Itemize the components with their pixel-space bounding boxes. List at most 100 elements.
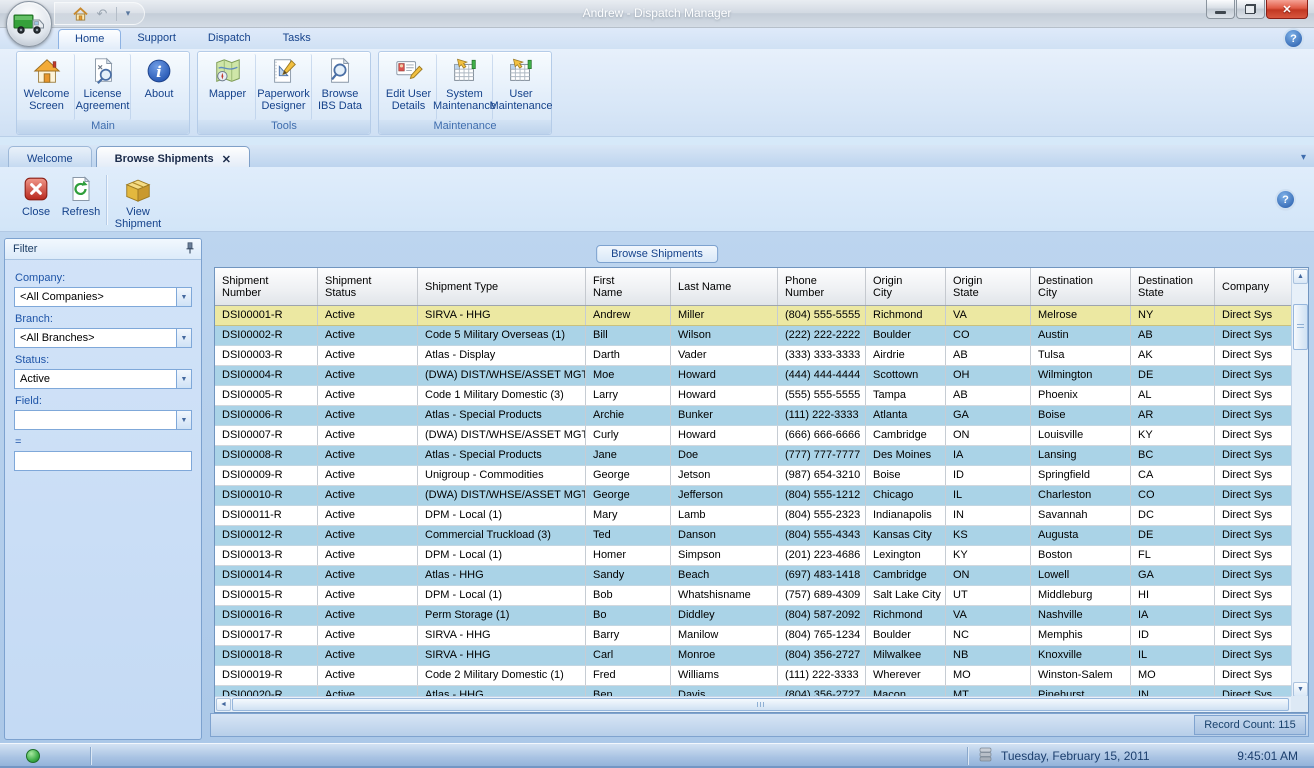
combo-arrow-icon[interactable]: ▼ bbox=[176, 411, 191, 429]
tab-welcome[interactable]: Welcome bbox=[8, 146, 92, 167]
column-header[interactable]: Destination State bbox=[1131, 268, 1215, 305]
ribbon-tab-dispatch[interactable]: Dispatch bbox=[192, 29, 267, 49]
grid-panel-tab[interactable]: Browse Shipments bbox=[596, 245, 718, 263]
table-row[interactable]: DSI00014-RActiveAtlas - HHGSandyBeach(69… bbox=[215, 566, 1293, 586]
help-icon[interactable]: ? bbox=[1285, 30, 1302, 47]
ribbon-tab-support[interactable]: Support bbox=[121, 29, 192, 49]
restore-button[interactable] bbox=[1236, 0, 1265, 19]
table-cell: Direct Sys bbox=[1215, 446, 1293, 465]
table-cell: Homer bbox=[586, 546, 671, 565]
table-row[interactable]: DSI00002-RActiveCode 5 Military Overseas… bbox=[215, 326, 1293, 346]
table-row[interactable]: DSI00005-RActiveCode 1 Military Domestic… bbox=[215, 386, 1293, 406]
column-header[interactable]: Origin State bbox=[946, 268, 1031, 305]
pin-icon[interactable] bbox=[185, 242, 195, 257]
combo-arrow-icon[interactable]: ▼ bbox=[176, 329, 191, 347]
help-icon[interactable]: ? bbox=[1277, 191, 1294, 208]
filter-value-input[interactable] bbox=[14, 451, 192, 471]
column-header[interactable]: Shipment Type bbox=[418, 268, 586, 305]
column-header[interactable]: Company bbox=[1215, 268, 1293, 305]
branch-label: Branch: bbox=[15, 313, 191, 325]
table-row[interactable]: DSI00015-RActiveDPM - Local (1)BobWhatsh… bbox=[215, 586, 1293, 606]
table-cell: (757) 689-4309 bbox=[778, 586, 866, 605]
table-row[interactable]: DSI00001-RActiveSIRVA - HHGAndrewMiller(… bbox=[215, 306, 1293, 326]
about-button[interactable]: i About bbox=[131, 54, 187, 120]
horizontal-scrollbar-thumb[interactable] bbox=[232, 698, 1289, 711]
ribbon-tab-home[interactable]: Home bbox=[58, 29, 121, 49]
vertical-scrollbar[interactable]: ▲ ▼ bbox=[1291, 268, 1308, 698]
table-cell: Active bbox=[318, 306, 418, 325]
table-cell: Commercial Truckload (3) bbox=[418, 526, 586, 545]
column-header[interactable]: Last Name bbox=[671, 268, 778, 305]
table-cell: NY bbox=[1131, 306, 1215, 325]
application-menu-button[interactable] bbox=[6, 1, 52, 47]
status-select[interactable]: Active ▼ bbox=[14, 369, 192, 389]
table-cell: Atlas - Special Products bbox=[418, 446, 586, 465]
refresh-button[interactable]: Refresh bbox=[58, 172, 104, 228]
ribbon-tab-tasks[interactable]: Tasks bbox=[267, 29, 327, 49]
ribbon-group-label-main: Main bbox=[17, 120, 189, 134]
vertical-scrollbar-thumb[interactable] bbox=[1293, 304, 1308, 350]
tab-browse-shipments[interactable]: Browse Shipments ✕ bbox=[96, 146, 250, 167]
column-header[interactable]: First Name bbox=[586, 268, 671, 305]
column-header[interactable]: Shipment Number bbox=[215, 268, 318, 305]
branch-select[interactable]: <All Branches> ▼ bbox=[14, 328, 192, 348]
table-row[interactable]: DSI00010-RActive(DWA) DIST/WHSE/ASSET MG… bbox=[215, 486, 1293, 506]
table-cell: DSI00014-R bbox=[215, 566, 318, 585]
svg-text:i: i bbox=[156, 63, 162, 81]
license-agreement-button[interactable]: License Agreement bbox=[75, 54, 131, 120]
table-row[interactable]: DSI00013-RActiveDPM - Local (1)HomerSimp… bbox=[215, 546, 1293, 566]
table-cell: DSI00009-R bbox=[215, 466, 318, 485]
table-row[interactable]: DSI00018-RActiveSIRVA - HHGCarlMonroe(80… bbox=[215, 646, 1293, 666]
table-cell: Manilow bbox=[671, 626, 778, 645]
scroll-down-icon[interactable]: ▼ bbox=[1293, 682, 1308, 697]
paperwork-designer-button[interactable]: Paperwork Designer bbox=[256, 54, 312, 120]
close-tab-icon[interactable]: ✕ bbox=[222, 152, 231, 166]
table-row[interactable]: DSI00019-RActiveCode 2 Military Domestic… bbox=[215, 666, 1293, 686]
user-maintenance-button[interactable]: User Maintenance bbox=[493, 54, 549, 120]
table-cell: ID bbox=[1131, 626, 1215, 645]
toolbar-separator bbox=[106, 175, 107, 225]
table-cell: AB bbox=[946, 346, 1031, 365]
table-row[interactable]: DSI00006-RActiveAtlas - Special Products… bbox=[215, 406, 1293, 426]
browse-ibs-data-button[interactable]: Browse IBS Data bbox=[312, 54, 368, 120]
table-row[interactable]: DSI00009-RActiveUnigroup - CommoditiesGe… bbox=[215, 466, 1293, 486]
table-cell: Code 2 Military Domestic (1) bbox=[418, 666, 586, 685]
table-cell: DSI00015-R bbox=[215, 586, 318, 605]
close-button[interactable]: Close bbox=[16, 172, 56, 228]
column-header[interactable]: Destination City bbox=[1031, 268, 1131, 305]
tab-list-chevron-icon[interactable]: ▾ bbox=[1301, 152, 1306, 163]
table-cell: OH bbox=[946, 366, 1031, 385]
table-cell: Barry bbox=[586, 626, 671, 645]
table-row[interactable]: DSI00016-RActivePerm Storage (1)BoDiddle… bbox=[215, 606, 1293, 626]
mapper-button[interactable]: Mapper bbox=[200, 54, 256, 120]
table-row[interactable]: DSI00007-RActive(DWA) DIST/WHSE/ASSET MG… bbox=[215, 426, 1293, 446]
scroll-up-icon[interactable]: ▲ bbox=[1293, 269, 1308, 284]
close-window-button[interactable]: ✕ bbox=[1266, 0, 1308, 19]
table-cell: (DWA) DIST/WHSE/ASSET MGT (1) bbox=[418, 426, 586, 445]
column-header[interactable]: Phone Number bbox=[778, 268, 866, 305]
scroll-left-icon[interactable]: ◄ bbox=[216, 698, 231, 711]
column-header[interactable]: Origin City bbox=[866, 268, 946, 305]
table-row[interactable]: DSI00004-RActive(DWA) DIST/WHSE/ASSET MG… bbox=[215, 366, 1293, 386]
welcome-screen-button[interactable]: Welcome Screen bbox=[19, 54, 75, 120]
system-maintenance-button[interactable]: System Maintenance bbox=[437, 54, 493, 120]
combo-arrow-icon[interactable]: ▼ bbox=[176, 288, 191, 306]
table-row[interactable]: DSI00017-RActiveSIRVA - HHGBarryManilow(… bbox=[215, 626, 1293, 646]
edit-user-details-button[interactable]: Edit User Details bbox=[381, 54, 437, 120]
combo-arrow-icon[interactable]: ▼ bbox=[176, 370, 191, 388]
shipments-toolbar: Close Refresh View Shipme bbox=[0, 167, 1314, 232]
table-cell: VA bbox=[946, 606, 1031, 625]
table-row[interactable]: DSI00003-RActiveAtlas - DisplayDarthVade… bbox=[215, 346, 1293, 366]
minimize-button[interactable] bbox=[1206, 0, 1235, 19]
table-cell: Active bbox=[318, 586, 418, 605]
view-shipment-button[interactable]: View Shipment bbox=[111, 172, 165, 228]
company-select[interactable]: <All Companies> ▼ bbox=[14, 287, 192, 307]
table-row[interactable]: DSI00008-RActiveAtlas - Special Products… bbox=[215, 446, 1293, 466]
field-select[interactable]: ▼ bbox=[14, 410, 192, 430]
table-cell: Archie bbox=[586, 406, 671, 425]
table-cell: KS bbox=[946, 526, 1031, 545]
table-row[interactable]: DSI00012-RActiveCommercial Truckload (3)… bbox=[215, 526, 1293, 546]
table-row[interactable]: DSI00011-RActiveDPM - Local (1)MaryLamb(… bbox=[215, 506, 1293, 526]
horizontal-scrollbar[interactable]: ◄ bbox=[215, 696, 1293, 712]
column-header[interactable]: Shipment Status bbox=[318, 268, 418, 305]
